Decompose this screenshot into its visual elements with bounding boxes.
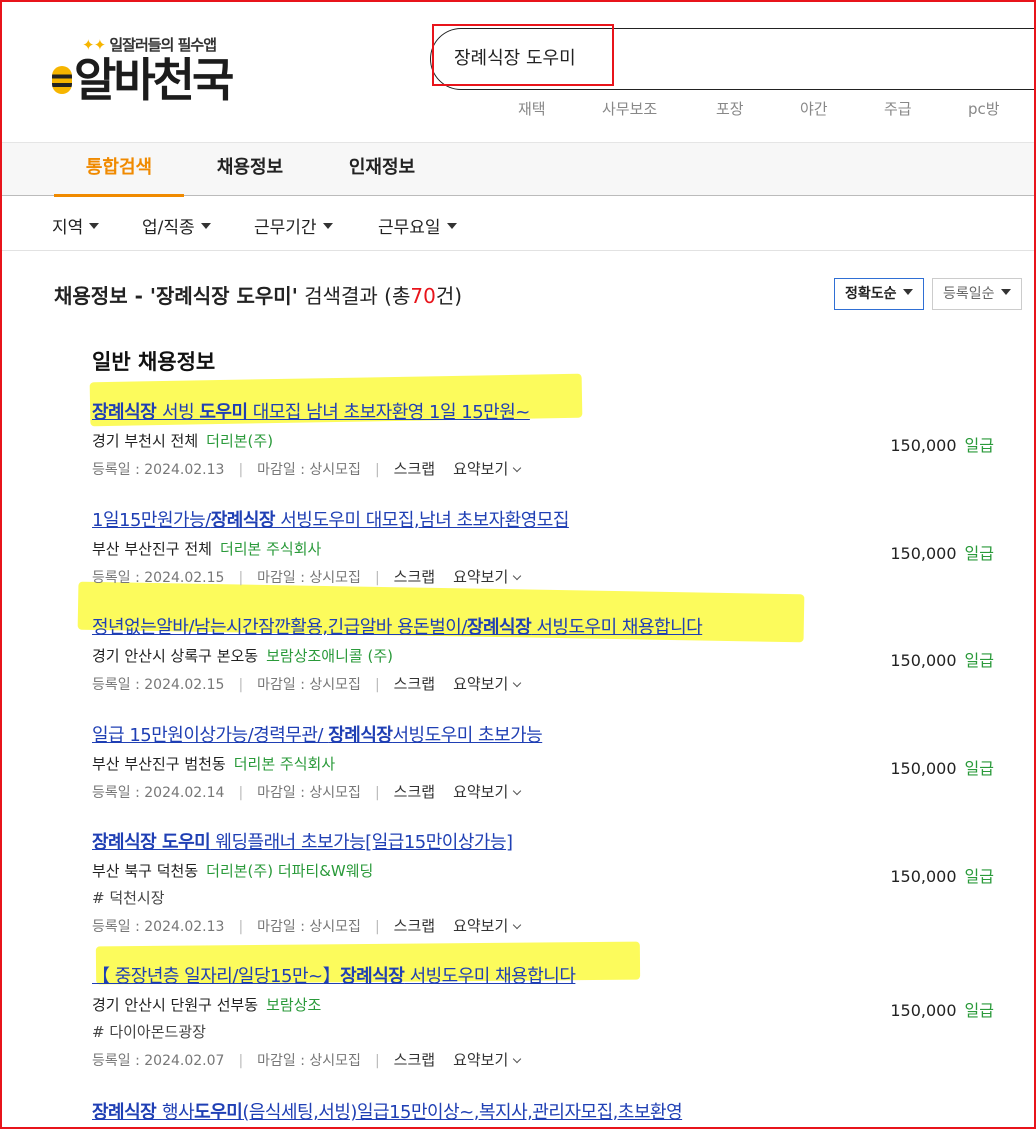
list-item: 장례식장 도우미 웨딩플래너 초보가능[일급15만이상가능] 부산 북구 덕천동… [92,828,1002,936]
section-title: 일반 채용정보 [92,350,216,374]
company-name: 더리본(주) [206,432,274,450]
keyword-link[interactable]: 주급 [884,98,912,119]
summary-toggle[interactable]: 요약보기 [453,460,522,478]
scrap-button[interactable]: 스크랩 [394,917,435,935]
bee-icon [52,65,72,94]
scrap-button[interactable]: 스크랩 [394,568,435,586]
listing-title-link[interactable]: 일급 15만원이상가능/경력무관/ 장례식장서빙도우미 초보가능 [92,721,1002,747]
summary-toggle[interactable]: 요약보기 [453,1051,522,1069]
summary-toggle[interactable]: 요약보기 [453,917,522,935]
scrap-button[interactable]: 스크랩 [394,675,435,693]
scrap-button[interactable]: 스크랩 [394,1051,435,1069]
keyword-link[interactable]: pc방 [968,98,1000,119]
listing-location: 부산 북구 덕천동 더리본(주) 더파티&W웨딩 [92,862,374,880]
search-tabs: 통합검색 채용정보 인재정보 [2,142,1034,197]
popular-keywords: 재택 사무보조 포장 야간 주급 pc방 [2,98,1034,122]
listing-location: 경기 부천시 전체 더리본(주) [92,432,274,450]
listing-title-link[interactable]: 장례식장 서빙 도우미 대모집 남녀 초보자환영 1일 15만원~ [92,398,1002,424]
listing-title-link[interactable]: 장례식장 도우미 웨딩플래너 초보가능[일급15만이상가능] [92,828,1002,854]
list-item: 【 중장년층 일자리/일당15만~】장례식장 서빙도우미 채용합니다 경기 안산… [92,962,1002,1070]
chevron-down-icon [513,463,522,473]
summary-toggle[interactable]: 요약보기 [453,675,522,693]
company-name: 보람상조애니콜 (주) [266,647,393,665]
chevron-down-icon [513,920,522,930]
listing-meta: 등록일 : 2024.02.15 | 마감일 : 상시모집 | 스크랩 요약보기 [92,673,1002,694]
chevron-down-icon [513,571,522,581]
listing-pay: 150,000 일급 [890,1001,994,1020]
caret-down-icon [1000,289,1011,295]
filter-work-days[interactable]: 근무요일 [378,213,457,238]
summary-toggle[interactable]: 요약보기 [453,783,522,801]
filter-bar: 지역 업/직종 근무기간 근무요일 [2,197,1034,251]
keyword-link[interactable]: 야간 [800,98,828,119]
search-query-text: 장례식장 도우미 [454,48,576,69]
company-name: 더리본(주) 더파티&W웨딩 [206,862,374,880]
result-heading: 채용정보 - '장례식장 도우미' 검색결과 (총70건) [54,284,463,308]
company-name: 보람상조 [266,996,322,1014]
caret-down-icon [322,223,333,229]
listing-title-link[interactable]: 【 중장년층 일자리/일당15만~】장례식장 서빙도우미 채용합니다 [92,962,1002,988]
tab-talent-info[interactable]: 인재정보 [324,143,440,197]
scrap-button[interactable]: 스크랩 [394,460,435,478]
listing-meta: 등록일 : 2024.02.14 | 마감일 : 상시모집 | 스크랩 요약보기 [92,781,1002,802]
caret-down-icon [200,223,211,229]
summary-toggle[interactable]: 요약보기 [453,568,522,586]
caret-down-icon [446,223,457,229]
keyword-link[interactable]: 사무보조 [602,98,657,119]
company-name: 더리본 주식회사 [233,755,336,773]
listing-meta: 등록일 : 2024.02.07 | 마감일 : 상시모집 | 스크랩 요약보기 [92,1049,1002,1070]
chevron-down-icon [513,786,522,796]
listing-pay: 150,000 일급 [890,651,994,670]
listing-pay: 150,000 일급 [890,436,994,455]
listing-landmark-tag: # 다이아몬드광장 [92,1023,206,1041]
listing-location: 경기 안산시 상록구 본오동 보람상조애니콜 (주) [92,647,393,665]
listing-location: 부산 부산진구 범천동 더리본 주식회사 [92,755,336,773]
caret-down-icon [89,223,100,229]
listing-title-link[interactable]: 정년없는알바/남는시간잠깐활용,긴급알바 용돈벌이/장례식장 서빙도우미 채용합… [92,613,1002,639]
filter-job-type[interactable]: 업/직종 [142,213,211,238]
sort-date-button[interactable]: 등록일순 [932,278,1022,310]
listing-meta: 등록일 : 2024.02.13 | 마감일 : 상시모집 | 스크랩 요약보기 [92,458,1002,479]
listing-location: 부산 부산진구 전체 더리본 주식회사 [92,540,322,558]
chevron-down-icon [513,1054,522,1064]
listing-meta: 등록일 : 2024.02.15 | 마감일 : 상시모집 | 스크랩 요약보기 [92,566,1002,587]
result-count: 70 [410,284,436,308]
listing-meta: 등록일 : 2024.02.13 | 마감일 : 상시모집 | 스크랩 요약보기 [92,915,1002,936]
listing-pay: 150,000 일급 [890,759,994,778]
list-item: 정년없는알바/남는시간잠깐활용,긴급알바 용돈벌이/장례식장 서빙도우미 채용합… [92,613,1002,694]
listing-pay: 150,000 일급 [890,544,994,563]
keyword-link[interactable]: 재택 [518,98,546,119]
screenshot-frame: ✦✦ 일잘러들의 필수앱 알바천국 장례식장 도우미 재택 사무보조 포장 야간… [0,0,1036,1129]
keyword-link[interactable]: 포장 [716,98,744,119]
filter-region[interactable]: 지역 [52,213,100,238]
company-name: 더리본 주식회사 [219,540,322,558]
caret-down-icon [902,289,913,295]
scrap-button[interactable]: 스크랩 [394,783,435,801]
chevron-down-icon [513,678,522,688]
listing-landmark-tag: # 덕천시장 [92,889,165,907]
tab-integrated-search[interactable]: 통합검색 [54,143,184,197]
listing-pay: 150,000 일급 [890,867,994,886]
list-item: 장례식장 서빙 도우미 대모집 남녀 초보자환영 1일 15만원~ 경기 부천시… [92,398,1002,479]
list-item: 일급 15만원이상가능/경력무관/ 장례식장서빙도우미 초보가능 부산 부산진구… [92,721,1002,802]
filter-work-period[interactable]: 근무기간 [254,213,333,238]
list-item: 장례식장 행사도우미(음식세팅,서빙)일급15만이상~,복지사,관리자모집,초보… [92,1098,1002,1124]
list-item: 1일15만원가능/장례식장 서빙도우미 대모집,남녀 초보자환영모집 부산 부산… [92,506,1002,587]
listing-title-link[interactable]: 장례식장 행사도우미(음식세팅,서빙)일급15만이상~,복지사,관리자모집,초보… [92,1098,1002,1124]
listing-location: 경기 안산시 단원구 선부동 보람상조 [92,996,322,1014]
sort-accuracy-button[interactable]: 정확도순 [834,278,924,310]
listing-title-link[interactable]: 1일15만원가능/장례식장 서빙도우미 대모집,남녀 초보자환영모집 [92,506,1002,532]
tab-job-info[interactable]: 채용정보 [192,143,308,197]
